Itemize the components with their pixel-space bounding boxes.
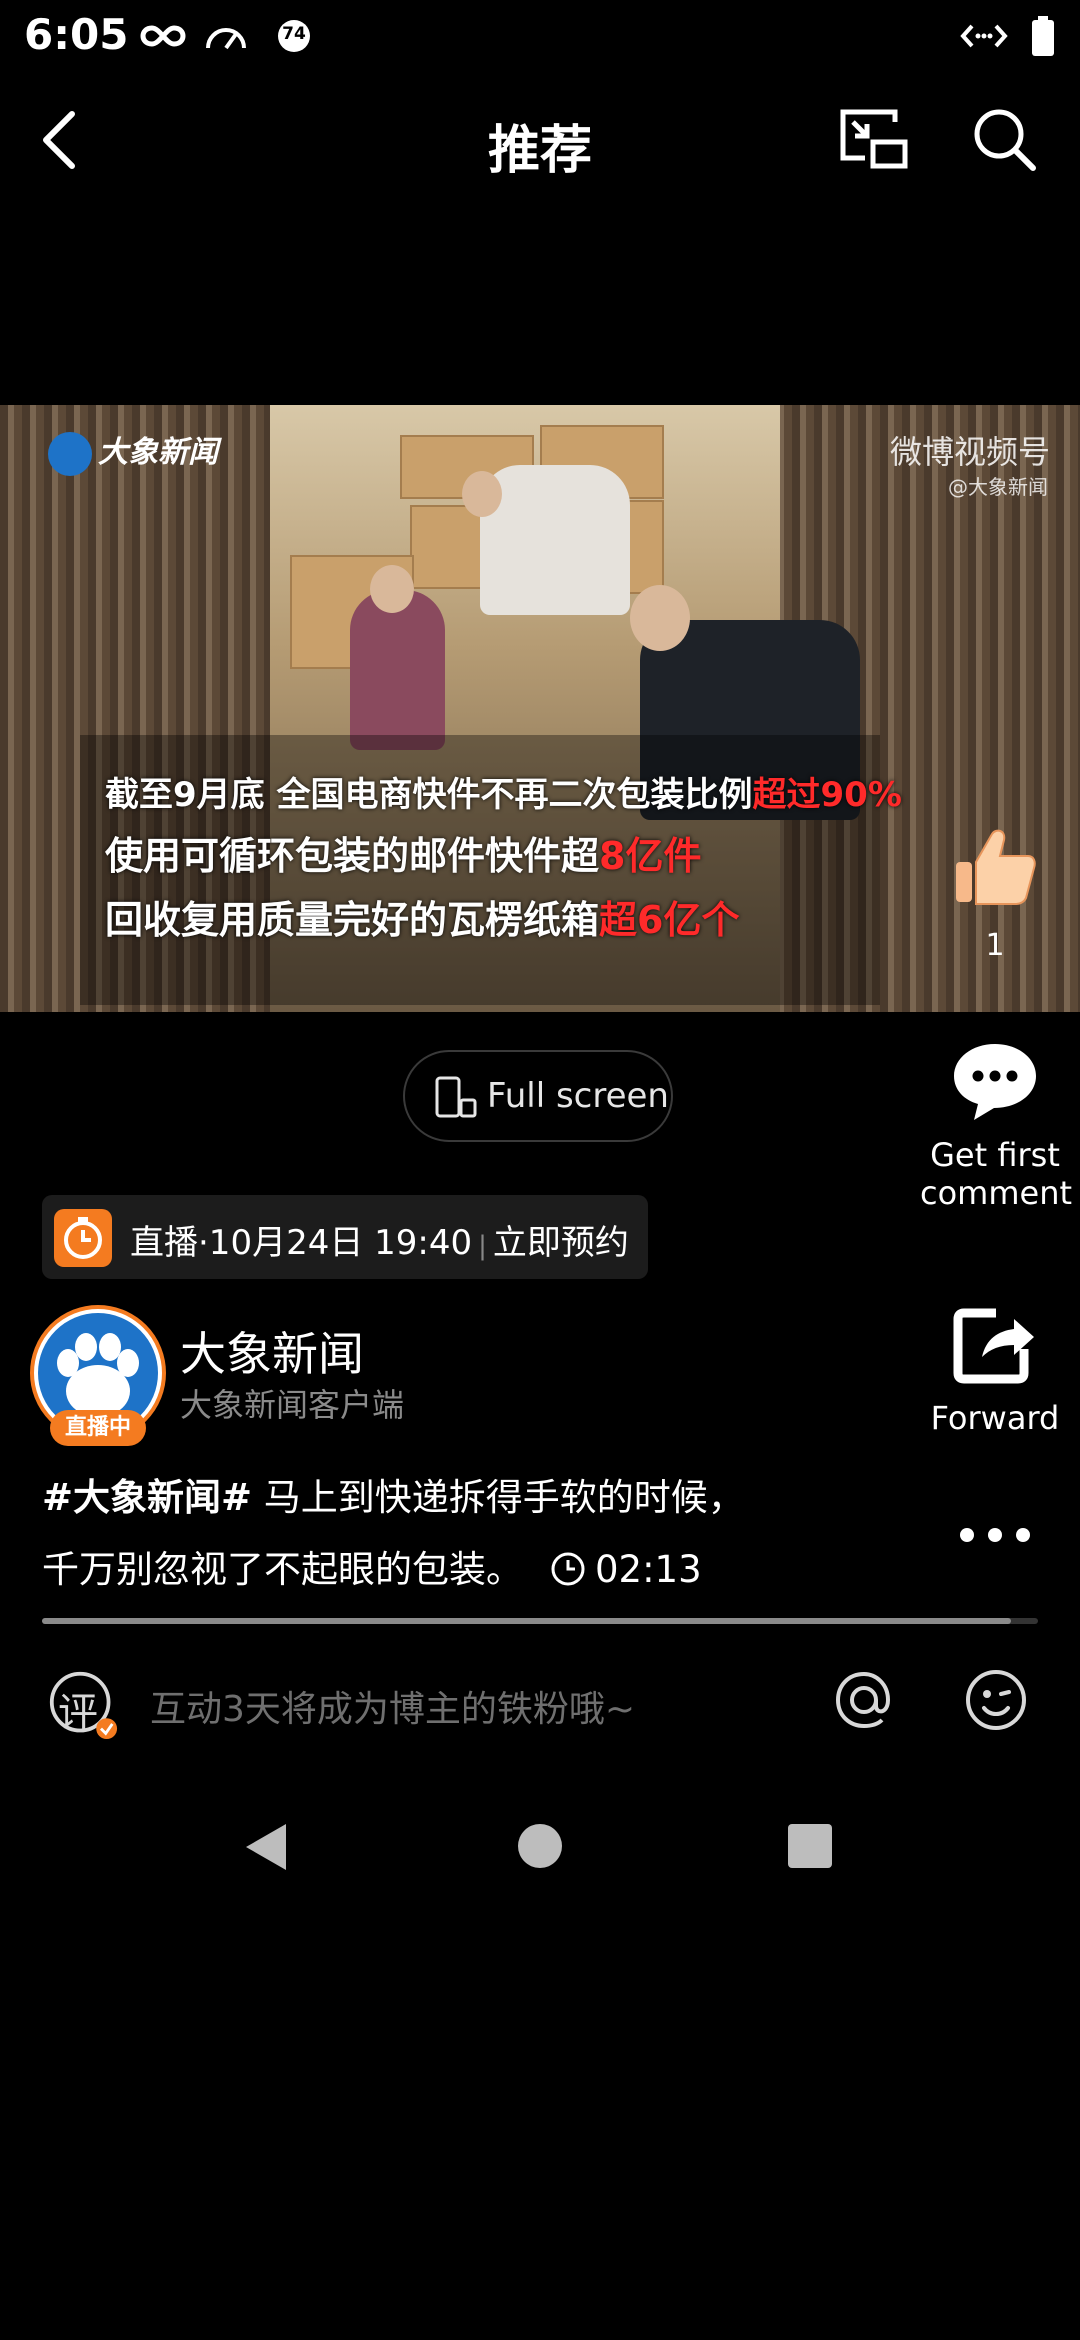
caption-line-1: 截至9月底 全国电商快件不再二次包装比例超过90% (105, 775, 902, 815)
comment-ping-glyph: 评 (58, 1690, 98, 1736)
mention-at-icon[interactable] (830, 1666, 898, 1734)
hashtag-link[interactable]: #大象新闻# (42, 1476, 252, 1519)
weibo-watermark-sub: @大象新闻 (948, 475, 1048, 499)
video-progress-bar[interactable] (42, 1618, 1038, 1624)
page-title: 推荐 (487, 121, 592, 181)
comment-input[interactable]: 互动3天将成为博主的铁粉哦~ (150, 1680, 635, 1732)
notification-badge-text: 74 (282, 24, 306, 44)
comment-input-bar: 评 互动3天将成为博主的铁粉哦~ (0, 1660, 1080, 1770)
post-description: #大象新闻# 马上到快递拆得手软的时候， 千万别忽视了不起眼的包装。 02:13 (42, 1476, 745, 1591)
reserve-now-link[interactable]: 立即预约 (493, 1223, 629, 1263)
live-reservation-text: 直播·10月24日 19:40 | 立即预约 (130, 1223, 629, 1263)
comment-label: Get first comment (920, 1136, 1073, 1212)
full-screen-label: Full screen (487, 1076, 669, 1116)
video-player[interactable]: 大象新闻 微博视频号 @大象新闻 截至9月底 全国电商快件不再二次包装比例超过9… (0, 405, 1080, 1012)
full-screen-button[interactable]: Full screen (403, 1050, 673, 1142)
rotate-phone-icon (435, 1076, 477, 1118)
infinity-icon (140, 25, 186, 47)
emoji-icon[interactable] (962, 1666, 1030, 1734)
alarm-clock-icon (54, 1209, 112, 1267)
status-bar: 6:05 74 (0, 0, 1080, 72)
clock-icon (551, 1552, 585, 1586)
forward-button[interactable]: Forward (920, 1305, 1070, 1437)
top-nav: 推荐 (0, 90, 1080, 190)
nav-back-icon[interactable] (240, 1820, 290, 1874)
more-options-icon[interactable] (955, 1510, 1035, 1560)
weibo-watermark: 微博视频号 (889, 433, 1050, 471)
live-reservation-banner[interactable]: 直播·10月24日 19:40 | 立即预约 (42, 1195, 648, 1279)
like-thumb-icon[interactable] (950, 822, 1040, 912)
search-icon[interactable] (965, 100, 1045, 180)
comment-button[interactable]: Get first comment (920, 1040, 1073, 1212)
scene-person (350, 590, 445, 750)
forward-label: Forward (930, 1399, 1060, 1437)
video-duration: 02:13 (549, 1548, 702, 1591)
scene-person (480, 465, 630, 615)
live-now-badge: 直播中 (50, 1410, 146, 1446)
author-name[interactable]: 大象新闻 (180, 1318, 364, 1384)
nav-recents-icon[interactable] (786, 1822, 834, 1870)
video-brand-logo: 大象新闻 (48, 427, 218, 476)
scene-person-head (370, 565, 414, 613)
caption-line-3: 回收复用质量完好的瓦楞纸箱超6亿个 (105, 898, 740, 942)
like-count: 1 (985, 928, 1005, 963)
scene-person-head (630, 585, 690, 651)
forward-share-icon (953, 1308, 1034, 1384)
battery-icon (1032, 16, 1054, 56)
comment-bubble-icon (954, 1044, 1036, 1120)
status-time: 6:05 (24, 10, 129, 59)
caption-line-2: 使用可循环包装的邮件快件超8亿件 (105, 834, 702, 878)
code-icon (960, 24, 1008, 48)
scene-person-head (462, 471, 502, 517)
video-progress-fill (42, 1618, 1012, 1624)
picture-in-picture-icon[interactable] (835, 100, 915, 180)
nav-home-icon[interactable] (516, 1822, 564, 1870)
system-nav-bar (0, 1800, 1080, 1900)
speedometer-icon (206, 28, 246, 50)
author-subtitle: 大象新闻客户端 (180, 1386, 405, 1424)
